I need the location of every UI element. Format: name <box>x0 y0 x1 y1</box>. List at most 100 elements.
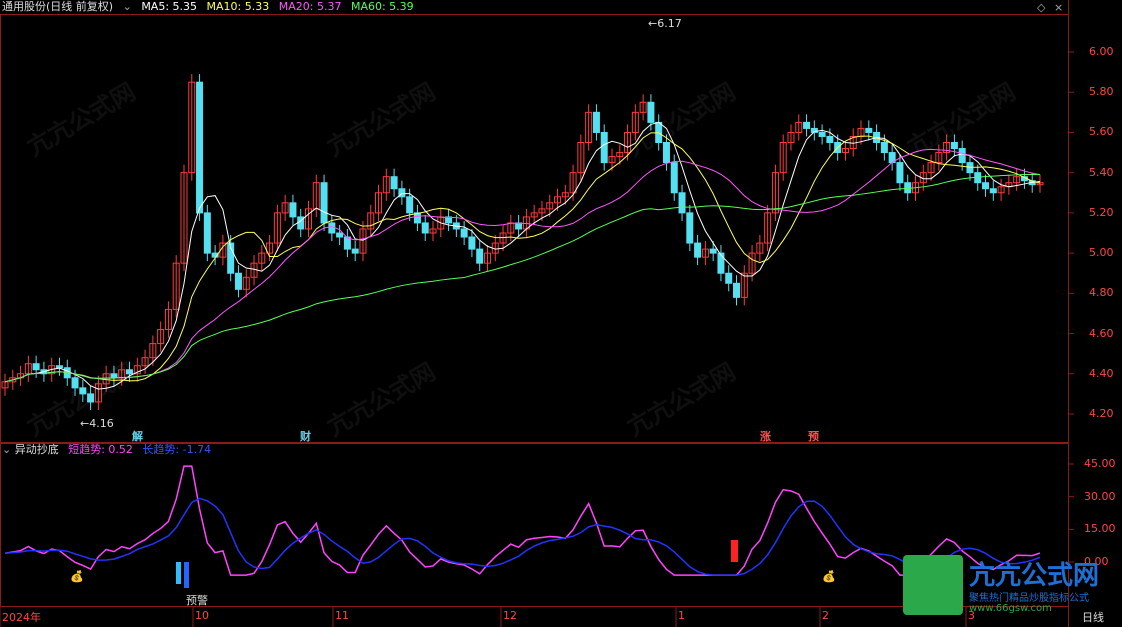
logo-url: www.66gsw.com <box>969 603 1052 614</box>
candle-body <box>196 81 204 214</box>
kline-chart[interactable] <box>0 0 1122 627</box>
long-trend-line <box>4 497 1041 576</box>
candle-body <box>592 111 600 133</box>
candle-body <box>982 182 990 190</box>
indicator-lines <box>4 465 1041 576</box>
candle-body <box>950 142 958 150</box>
candle-body <box>600 131 608 164</box>
indicator-dropdown-icon[interactable]: ⌄ <box>2 443 11 456</box>
warning-label: 预警 <box>186 594 208 607</box>
signal-bar-red <box>731 540 738 562</box>
candle-body <box>803 121 811 129</box>
indicator-header: ⌄ 异动抄底 短趋势: 0.52 长趋势: -1.74 <box>2 443 211 457</box>
money-bag-icon: 💰 <box>822 570 836 583</box>
price-header: 通用股份(日线 前复权) ⌄ MA5: 5.35 MA10: 5.33 MA20… <box>2 0 420 16</box>
stock-title[interactable]: 通用股份(日线 前复权) <box>2 0 113 13</box>
short-trend-label: 短趋势: 0.52 <box>68 443 133 456</box>
price-tick-label: 5.20 <box>1089 205 1114 219</box>
candle-body <box>328 222 336 234</box>
candle-body <box>818 131 826 137</box>
date-tick-label: 2024年 <box>2 611 41 624</box>
candle-body <box>421 222 429 234</box>
ma10-label: MA10: 5.33 <box>206 0 270 13</box>
price-tick-label: 6.00 <box>1089 45 1114 58</box>
indicator-name[interactable]: 异动抄底 <box>15 443 59 456</box>
long-trend-label: 长趋势: -1.74 <box>142 443 212 456</box>
candle-body <box>989 188 997 194</box>
candle-body <box>234 272 242 290</box>
warning-bar <box>176 562 181 584</box>
site-logo: 亢亢公式网 聚焦热门精品炒股指标公式 www.66gsw.com <box>903 555 1113 617</box>
date-tick-label: 12 <box>503 609 517 622</box>
candle-body <box>958 148 966 164</box>
close-icon[interactable]: × <box>1054 1 1063 14</box>
price-tick-label: 5.60 <box>1089 125 1114 139</box>
candle-body <box>79 387 87 395</box>
indicator-tick-label: 45.00 <box>1084 457 1116 470</box>
candle-body <box>662 142 670 164</box>
indicator-tick-label: 15.00 <box>1084 522 1116 536</box>
date-tick-label: 11 <box>335 609 349 622</box>
candle-body <box>390 176 398 190</box>
diamond-icon[interactable]: ◇ <box>1037 1 1045 14</box>
candlesticks <box>1 74 1044 410</box>
candle-body <box>865 127 873 133</box>
candle-body <box>87 393 95 403</box>
date-tick-label: 1 <box>678 609 685 622</box>
candle-body <box>725 272 733 284</box>
event-mark-finance[interactable]: 财 <box>300 428 311 444</box>
candle-body <box>336 232 344 238</box>
candle-body <box>670 162 678 194</box>
logo-icon <box>903 555 963 615</box>
price-tick-label: 4.60 <box>1089 326 1114 340</box>
candle-body <box>896 162 904 184</box>
date-tick-label: 10 <box>195 609 209 622</box>
event-mark-forecast[interactable]: 预 <box>808 428 819 444</box>
candle-body <box>126 369 134 375</box>
candle-body <box>413 212 421 224</box>
indicator-tick-label: 30.00 <box>1084 489 1116 503</box>
candle-body <box>110 373 118 379</box>
date-tick-label: 2 <box>822 609 829 622</box>
logo-name: 亢亢公式网 <box>969 561 1100 591</box>
event-mark-limitup[interactable]: 涨 <box>760 428 771 444</box>
candle-body <box>289 202 297 218</box>
candle-body <box>55 365 63 369</box>
ma60-label: MA60: 5.39 <box>350 0 414 13</box>
low-price-annotation: ←4.16 <box>80 417 114 430</box>
candle-body <box>320 182 328 224</box>
candle-body <box>468 236 476 250</box>
price-panel-frame <box>0 14 1069 443</box>
money-bag-icon: 💰 <box>70 570 84 583</box>
candle-body <box>476 248 484 264</box>
candle-body <box>826 135 834 143</box>
candle-body <box>733 282 741 298</box>
price-tick-label: 4.80 <box>1089 286 1114 300</box>
candle-body <box>203 212 211 254</box>
event-mark-unlock[interactable]: 解 <box>132 428 143 444</box>
candle-body <box>406 196 414 214</box>
price-tick-label: 5.40 <box>1089 165 1114 179</box>
price-tick-label: 5.80 <box>1089 85 1114 99</box>
candle-body <box>678 192 686 214</box>
candle-body <box>686 212 694 244</box>
candle-body <box>717 252 725 274</box>
price-tick-label: 5.00 <box>1089 246 1114 260</box>
price-tick-label: 4.40 <box>1089 366 1114 380</box>
short-trend-line <box>4 465 1041 576</box>
candle-body <box>515 222 523 230</box>
candle-body <box>709 248 717 254</box>
price-tick-label: 4.20 <box>1089 407 1114 420</box>
logo-slogan: 聚焦热门精品炒股指标公式 <box>969 593 1089 604</box>
candle-body <box>32 363 40 371</box>
ma5-label: MA5: 5.35 <box>141 0 198 13</box>
candle-body <box>694 242 702 258</box>
candle-body <box>647 101 655 123</box>
header-dropdown-icon[interactable]: ⌄ <box>123 0 132 13</box>
candle-body <box>880 142 888 154</box>
high-price-annotation: ←6.17 <box>648 17 682 30</box>
warning-bar <box>184 562 189 588</box>
candle-body <box>71 377 79 389</box>
candle-body <box>460 228 468 238</box>
candle-body <box>351 248 359 254</box>
